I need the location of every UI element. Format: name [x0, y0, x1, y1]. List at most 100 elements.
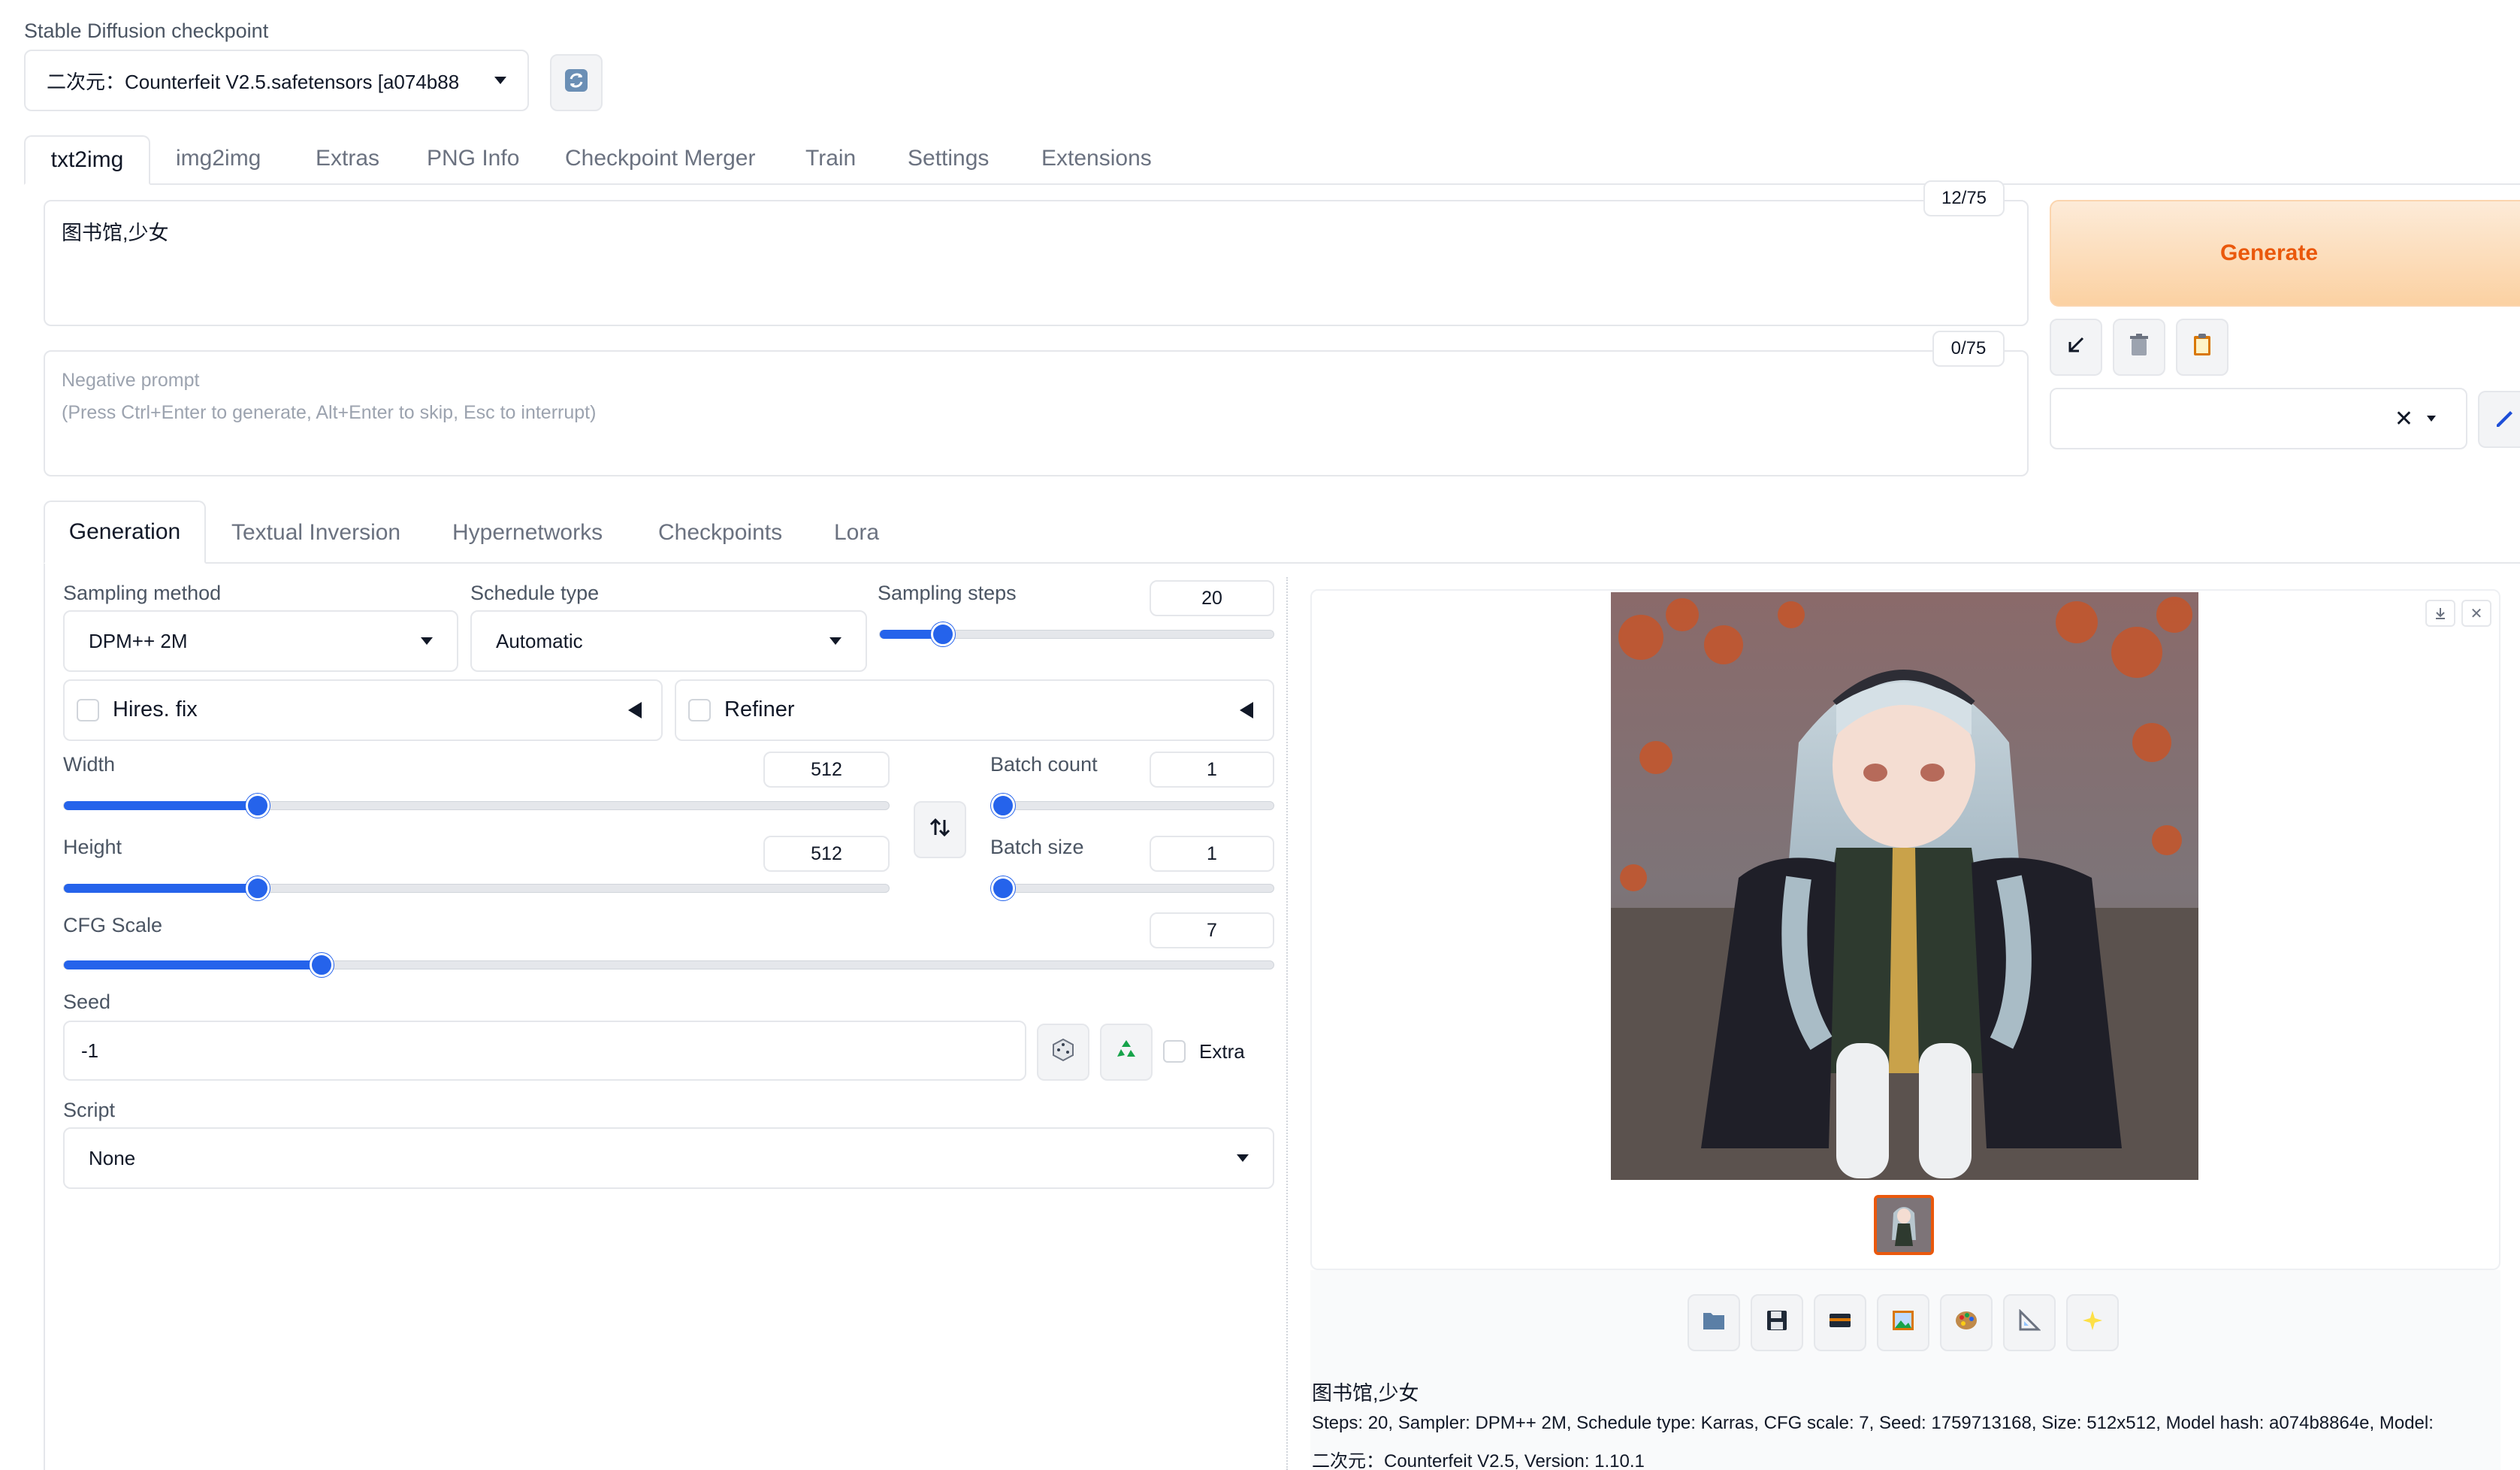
script-dropdown[interactable]: None: [63, 1127, 1274, 1189]
chevron-down-icon: [829, 637, 842, 645]
batch-size-slider[interactable]: [991, 876, 1274, 900]
hires-fix-checkbox[interactable]: [77, 699, 99, 721]
height-input[interactable]: 512: [763, 836, 890, 872]
save-button[interactable]: [1751, 1294, 1803, 1351]
slider-thumb[interactable]: [309, 953, 334, 977]
generate-button[interactable]: Generate: [2050, 200, 2520, 307]
zip-button[interactable]: [1814, 1294, 1866, 1351]
save-icon: [1766, 1309, 1788, 1337]
negative-prompt-placeholder-1: Negative prompt: [62, 370, 200, 391]
close-icon[interactable]: ✕: [2395, 406, 2413, 432]
slider-thumb[interactable]: [930, 622, 955, 646]
slider-fill: [64, 884, 258, 893]
download-icon: [2434, 602, 2447, 625]
width-slider[interactable]: [63, 794, 890, 818]
schedule-type-dropdown[interactable]: Automatic: [470, 610, 867, 672]
height-label: Height: [63, 836, 122, 858]
tab-checkpoint-merger[interactable]: Checkpoint Merger: [565, 146, 755, 171]
zip-icon: [1828, 1311, 1852, 1335]
generated-image[interactable]: [1611, 592, 2198, 1180]
schedule-type-value: Automatic: [496, 629, 583, 652]
seed-value: -1: [81, 1039, 99, 1062]
cfg-scale-slider[interactable]: [63, 953, 1274, 977]
styles-apply-button[interactable]: [2176, 319, 2228, 376]
batch-count-label: Batch count: [990, 753, 1098, 776]
folder-icon: [1702, 1310, 1726, 1336]
slider-thumb[interactable]: [246, 794, 270, 818]
chevron-down-icon: [1237, 1154, 1249, 1162]
tab-settings[interactable]: Settings: [908, 146, 989, 171]
generate-label: Generate: [2219, 240, 2319, 265]
output-info-line-1: Steps: 20, Sampler: DPM++ 2M, Schedule t…: [1312, 1413, 2434, 1433]
close-icon[interactable]: ✕: [2461, 600, 2491, 627]
extra-seed-checkbox[interactable]: [1163, 1040, 1186, 1063]
hires-fix-accordion[interactable]: Hires. fix: [63, 679, 663, 741]
script-label: Script: [63, 1099, 116, 1121]
send-to-inpaint-button[interactable]: [1940, 1294, 1993, 1351]
schedule-type-label: Schedule type: [470, 582, 600, 604]
chevron-down-icon: [421, 637, 433, 645]
swap-vertical-icon: [928, 815, 952, 845]
width-input[interactable]: 512: [763, 752, 890, 788]
slider-thumb[interactable]: [991, 794, 1015, 818]
sampling-steps-slider[interactable]: [879, 622, 1274, 646]
chevron-down-icon: [2427, 416, 2436, 422]
random-seed-button[interactable]: [1037, 1024, 1089, 1081]
send-to-img2img-button[interactable]: [1877, 1294, 1929, 1351]
slider-thumb[interactable]: [246, 876, 270, 900]
tab-textual-inversion[interactable]: Textual Inversion: [231, 520, 400, 546]
styles-dropdown[interactable]: ✕: [2050, 388, 2467, 449]
collapse-arrow-icon[interactable]: [628, 702, 642, 718]
seed-input[interactable]: -1: [63, 1021, 1026, 1081]
seed-label: Seed: [63, 991, 111, 1013]
cfg-scale-input[interactable]: 7: [1150, 912, 1274, 948]
checkpoint-label: Stable Diffusion checkpoint: [24, 20, 269, 42]
sampling-method-label: Sampling method: [63, 582, 222, 604]
tab-txt2img[interactable]: txt2img: [24, 135, 150, 185]
clear-prompt-button[interactable]: [2113, 319, 2165, 376]
read-params-button[interactable]: [2050, 319, 2102, 376]
sampling-method-dropdown[interactable]: DPM++ 2M: [63, 610, 458, 672]
sampling-steps-input[interactable]: 20: [1150, 580, 1274, 616]
batch-count-slider[interactable]: [991, 794, 1274, 818]
output-prompt-text: 图书馆,少女: [1312, 1382, 1419, 1405]
chevron-down-icon: [494, 77, 506, 84]
tab-checkpoints[interactable]: Checkpoints: [658, 520, 782, 546]
refiner-checkbox[interactable]: [688, 699, 711, 721]
sub-tabs-divider: [44, 562, 2520, 564]
swap-dimensions-button[interactable]: [914, 801, 966, 858]
sparkle-button[interactable]: [2066, 1294, 2119, 1351]
collapse-arrow-icon[interactable]: [1240, 702, 1253, 718]
recycle-icon: [1113, 1037, 1139, 1068]
edit-styles-button[interactable]: [2478, 391, 2520, 448]
gallery-thumbnail[interactable]: [1874, 1195, 1934, 1255]
tab-extras[interactable]: Extras: [316, 146, 379, 171]
open-folder-button[interactable]: [1688, 1294, 1740, 1351]
refresh-icon: [564, 68, 589, 98]
sparkle-icon: [2081, 1309, 2104, 1337]
batch-size-input[interactable]: 1: [1150, 836, 1274, 872]
slider-thumb[interactable]: [991, 876, 1015, 900]
batch-count-input[interactable]: 1: [1150, 752, 1274, 788]
send-to-extras-button[interactable]: [2003, 1294, 2056, 1351]
clipboard-icon: [2191, 333, 2213, 362]
tab-generation[interactable]: Generation: [44, 501, 206, 564]
reuse-seed-button[interactable]: [1100, 1024, 1153, 1081]
prompt-textarea[interactable]: 图书馆,少女: [44, 200, 2029, 326]
refresh-checkpoint-button[interactable]: [550, 54, 603, 111]
prompt-text: 图书馆,少女: [62, 222, 169, 244]
image-icon: [1891, 1309, 1915, 1337]
download-button[interactable]: [2425, 600, 2455, 627]
tab-lora[interactable]: Lora: [834, 520, 879, 546]
negative-prompt-textarea[interactable]: Negative prompt (Press Ctrl+Enter to gen…: [44, 350, 2029, 476]
main-tabs-divider: [24, 183, 2520, 185]
tab-train[interactable]: Train: [805, 146, 856, 171]
tab-png-info[interactable]: PNG Info: [427, 146, 519, 171]
slider-fill: [64, 960, 322, 969]
tab-img2img[interactable]: img2img: [176, 146, 261, 171]
tab-hypernetworks[interactable]: Hypernetworks: [452, 520, 603, 546]
tab-extensions[interactable]: Extensions: [1041, 146, 1152, 171]
checkpoint-dropdown[interactable]: 二次元：Counterfeit V2.5.safetensors [a074b8…: [24, 50, 529, 111]
height-slider[interactable]: [63, 876, 890, 900]
refiner-accordion[interactable]: Refiner: [675, 679, 1274, 741]
